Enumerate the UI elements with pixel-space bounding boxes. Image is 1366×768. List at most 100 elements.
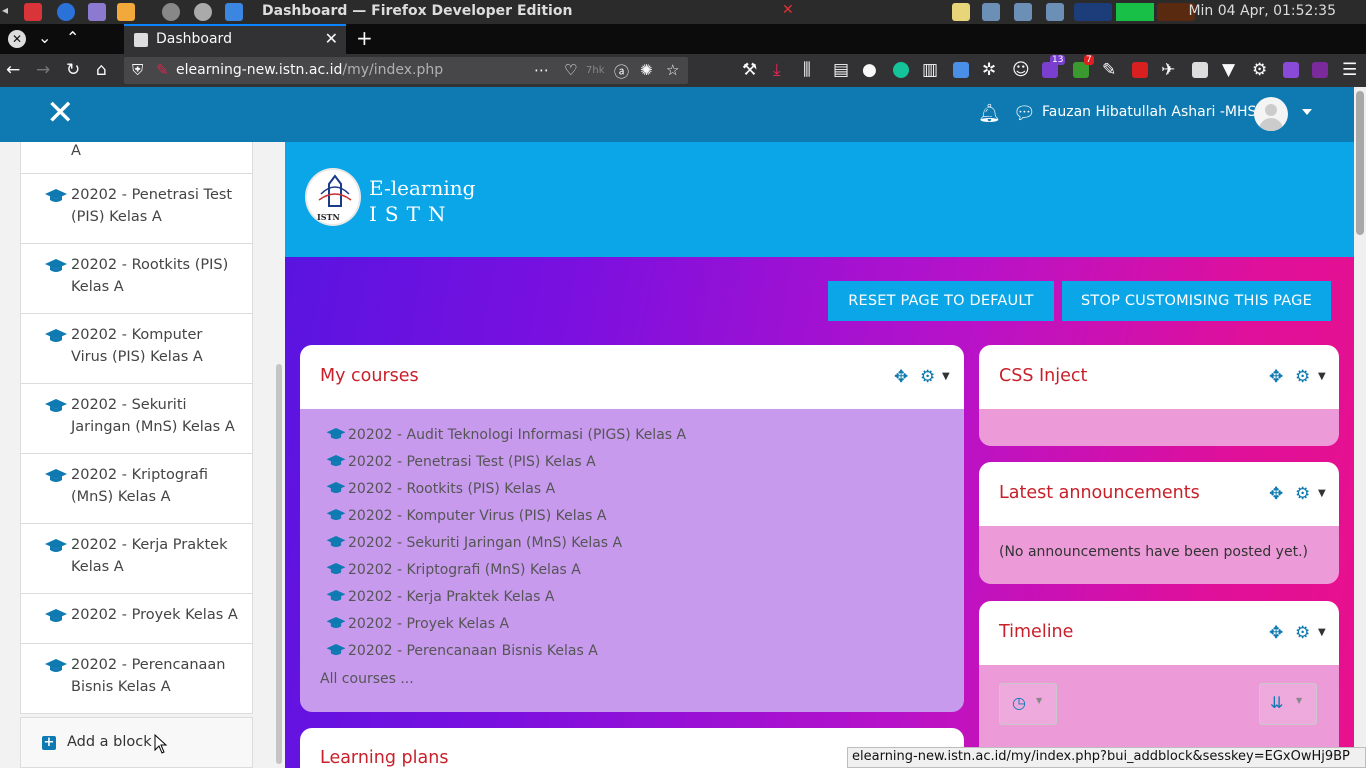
move-icon[interactable]: ✥ bbox=[1269, 367, 1283, 387]
chevron-down-icon[interactable]: ⌄ bbox=[38, 28, 51, 47]
close-drawer-icon[interactable]: ✕ bbox=[46, 93, 75, 133]
font-icon[interactable] bbox=[1192, 62, 1208, 78]
page-actions-icon[interactable]: ⋯ bbox=[534, 61, 549, 79]
account-icon[interactable]: ● bbox=[862, 60, 877, 80]
move-icon[interactable]: ✥ bbox=[1269, 484, 1283, 504]
pocket-icon[interactable]: ♡ bbox=[564, 61, 577, 79]
clock[interactable]: Min 04 Apr, 01:52:35 bbox=[1188, 3, 1336, 19]
chevron-down-icon[interactable]: ▼ bbox=[1318, 371, 1326, 382]
tray-icon-3[interactable] bbox=[1014, 3, 1032, 21]
insecure-lock-icon[interactable]: ✎ bbox=[156, 61, 169, 79]
tray-icon-4[interactable] bbox=[1046, 3, 1064, 21]
page-scrollbar[interactable] bbox=[1354, 87, 1366, 768]
app-grid-icon[interactable] bbox=[24, 3, 42, 21]
reload-icon[interactable]: ↻ bbox=[66, 60, 80, 80]
new-tab-icon[interactable]: + bbox=[356, 26, 373, 50]
grammarly-icon[interactable] bbox=[893, 62, 909, 78]
course-link[interactable]: 20202 - Audit Teknologi Informasi (PIGS)… bbox=[326, 427, 686, 443]
add-block-button[interactable]: + Add a block bbox=[20, 717, 253, 768]
move-icon[interactable]: ✥ bbox=[1269, 623, 1283, 643]
gear-icon[interactable]: ⚙ bbox=[1295, 623, 1310, 643]
gear-icon[interactable]: ⚙ bbox=[920, 367, 935, 387]
user-name[interactable]: Fauzan Hibatullah Ashari -MHS bbox=[1042, 104, 1256, 120]
menu-arrow-icon[interactable]: ◂ bbox=[2, 3, 12, 21]
drawer-item[interactable]: 20202 - Penetrasi Test (PIS) Kelas A bbox=[20, 174, 253, 244]
window-icon-3[interactable] bbox=[225, 3, 243, 21]
wrench-icon[interactable]: ⚒ bbox=[742, 60, 757, 80]
course-link[interactable]: 20202 - Sekuriti Jaringan (MnS) Kelas A bbox=[326, 535, 622, 551]
drawer-scrollbar-thumb[interactable] bbox=[276, 364, 282, 764]
chevron-down-icon[interactable]: ▼ bbox=[942, 371, 950, 382]
window-icon-1[interactable] bbox=[162, 3, 180, 21]
shield-icon[interactable]: ⛨ bbox=[132, 61, 143, 79]
chevron-down-icon[interactable]: ▼ bbox=[1318, 627, 1326, 638]
extension-settings-icon[interactable]: ⚙ bbox=[1252, 60, 1267, 80]
download-icon[interactable]: ⤓ bbox=[773, 60, 781, 80]
close-window-icon[interactable]: ✕ bbox=[782, 2, 800, 20]
timeline-sort-dropdown[interactable]: ⇊ ▼ bbox=[1259, 683, 1317, 725]
avatar[interactable] bbox=[1254, 97, 1288, 131]
page-scrollbar-thumb[interactable] bbox=[1356, 91, 1364, 235]
user-menu-caret-icon[interactable] bbox=[1302, 109, 1312, 115]
pen-icon[interactable]: ✎ bbox=[1102, 60, 1116, 80]
drawer-item[interactable]: 20202 - Komputer Virus (PIS) Kelas A bbox=[20, 314, 253, 384]
home-icon[interactable]: ⌂ bbox=[96, 60, 107, 80]
chevron-up-icon[interactable]: ⌃ bbox=[66, 28, 79, 47]
istn-logo[interactable]: ISTN bbox=[305, 168, 361, 226]
tray-icon-2[interactable] bbox=[982, 3, 1000, 21]
bug-icon[interactable]: ✺ bbox=[640, 61, 653, 79]
gear-icon[interactable]: ⚙ bbox=[1295, 367, 1310, 387]
course-link[interactable]: 20202 - Kriptografi (MnS) Kelas A bbox=[326, 562, 581, 578]
chevron-down-icon[interactable]: ▼ bbox=[1318, 488, 1326, 499]
notification-bell-icon[interactable]: 🔔︎ bbox=[978, 103, 1001, 124]
course-link[interactable]: 20202 - Perencanaan Bisnis Kelas A bbox=[326, 643, 598, 659]
stop-customising-button[interactable]: STOP CUSTOMISING THIS PAGE bbox=[1062, 281, 1331, 321]
folder-icon[interactable] bbox=[117, 3, 135, 21]
forward-icon[interactable]: → bbox=[36, 60, 50, 80]
drawer-item[interactable]: A bbox=[20, 142, 253, 174]
drawer-scrollbar[interactable] bbox=[275, 142, 283, 768]
hamburger-menu-icon[interactable]: ☰ bbox=[1342, 60, 1357, 80]
extension-gear2-icon[interactable]: ✲ bbox=[982, 60, 996, 80]
translate-icon[interactable] bbox=[953, 62, 969, 78]
close-browser-icon[interactable]: ✕ bbox=[8, 30, 26, 48]
course-link[interactable]: 20202 - Kerja Praktek Kelas A bbox=[326, 589, 554, 605]
course-link[interactable]: 20202 - Proyek Kelas A bbox=[326, 616, 509, 632]
course-link[interactable]: 20202 - Penetrasi Test (PIS) Kelas A bbox=[326, 454, 596, 470]
sidebar-icon[interactable]: ▤ bbox=[833, 60, 849, 80]
gear-icon[interactable]: ⚙ bbox=[1295, 484, 1310, 504]
bookmark-star-icon[interactable]: ☆ bbox=[666, 61, 679, 79]
extension-bird-icon[interactable]: ✈ bbox=[1161, 60, 1175, 80]
move-icon[interactable]: ✥ bbox=[894, 367, 908, 387]
course-link[interactable]: 20202 - Rootkits (PIS) Kelas A bbox=[326, 481, 555, 497]
extension-bars-icon[interactable]: ▥ bbox=[922, 60, 938, 80]
drawer-item[interactable]: 20202 - Perencanaan Bisnis Kelas A bbox=[20, 644, 253, 714]
extension-multi-icon[interactable] bbox=[1283, 62, 1299, 78]
tab-close-icon[interactable]: ✕ bbox=[325, 29, 338, 48]
app-launcher-icon[interactable] bbox=[88, 3, 106, 21]
drawer-item[interactable]: 20202 - Kerja Praktek Kelas A bbox=[20, 524, 253, 594]
tray-icon-1[interactable] bbox=[952, 3, 970, 21]
extension-in-icon[interactable] bbox=[1312, 62, 1328, 78]
timeline-filter-dropdown[interactable]: ◷ ▼ bbox=[999, 683, 1057, 725]
url-bar[interactable]: ⛨ ✎ elearning-new.istn.ac.id/my/index.ph… bbox=[124, 57, 688, 84]
library-icon[interactable]: ⫼ bbox=[803, 60, 811, 80]
firefox-icon[interactable] bbox=[57, 3, 75, 21]
drawer-item[interactable]: 20202 - Proyek Kelas A bbox=[20, 594, 253, 644]
drawer-item[interactable]: 20202 - Kriptografi (MnS) Kelas A bbox=[20, 454, 253, 524]
url-text[interactable]: elearning-new.istn.ac.id/my/index.php bbox=[176, 62, 443, 78]
drawer-item[interactable]: 20202 - Sekuriti Jaringan (MnS) Kelas A bbox=[20, 384, 253, 454]
course-link[interactable]: 20202 - Komputer Virus (PIS) Kelas A bbox=[326, 508, 607, 524]
reset-page-button[interactable]: RESET PAGE TO DEFAULT bbox=[828, 281, 1054, 321]
tab-dashboard[interactable]: Dashboard ✕ bbox=[124, 24, 346, 54]
messages-icon[interactable]: 💬︎ bbox=[1013, 103, 1036, 124]
window-icon-2[interactable] bbox=[194, 3, 212, 21]
drawer-item[interactable]: 20202 - Rootkits (PIS) Kelas A bbox=[20, 244, 253, 314]
extension-v-icon[interactable]: ▼ bbox=[1222, 60, 1235, 80]
extension-a-icon[interactable]: ⓐ bbox=[614, 61, 629, 82]
graduation-cap-icon bbox=[326, 428, 346, 440]
extension-face-icon[interactable]: ☺ bbox=[1012, 60, 1030, 80]
highlighter-icon[interactable] bbox=[1132, 62, 1148, 78]
back-icon[interactable]: ← bbox=[6, 60, 20, 80]
all-courses-link[interactable]: All courses ... bbox=[320, 671, 414, 687]
